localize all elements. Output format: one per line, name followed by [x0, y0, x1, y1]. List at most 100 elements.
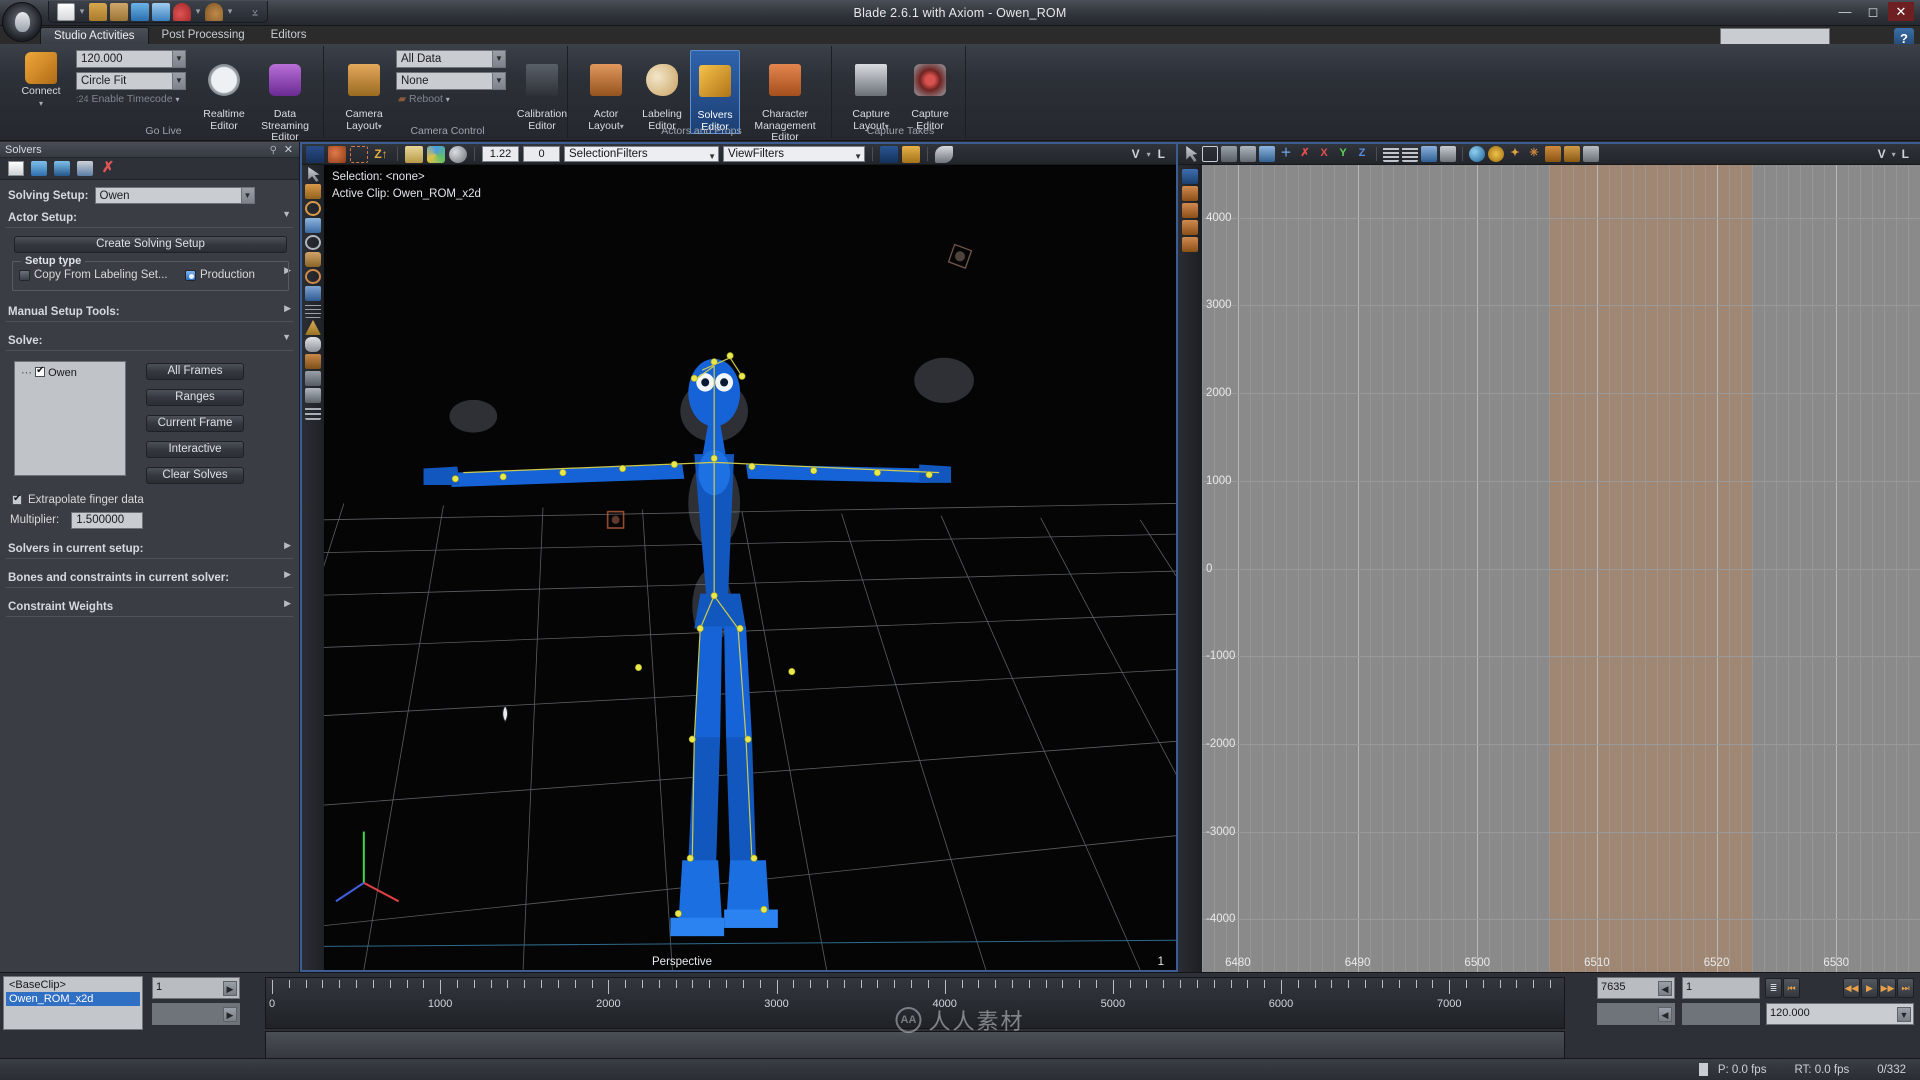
- chevron-down-icon[interactable]: ▼: [708, 150, 716, 164]
- tab-editors[interactable]: Editors: [258, 27, 320, 44]
- create-solving-setup-button[interactable]: Create Solving Setup: [14, 236, 287, 253]
- extrapolate-finger-data-row[interactable]: Extrapolate finger data: [0, 486, 299, 509]
- viewport-value-2[interactable]: 0: [523, 146, 560, 162]
- save-icon[interactable]: [110, 2, 128, 21]
- wave-icon[interactable]: [305, 371, 321, 386]
- save-solver-icon[interactable]: [77, 161, 93, 176]
- labeling-editor-button[interactable]: Labeling Editor: [636, 52, 688, 132]
- checkbox-icon[interactable]: [12, 493, 22, 505]
- play-back-icon[interactable]: ◀◀: [1843, 978, 1860, 998]
- open-solver-icon[interactable]: [31, 161, 47, 176]
- chevron-right-icon[interactable]: ▶: [284, 540, 291, 551]
- region-icon[interactable]: [1240, 146, 1256, 162]
- bell-curve-icon[interactable]: [1182, 203, 1198, 218]
- square-curve-icon[interactable]: [1182, 237, 1198, 252]
- manual-setup-tools-section[interactable]: Manual Setup Tools: ▶: [6, 301, 293, 322]
- z-up-icon[interactable]: Z↑: [372, 146, 390, 163]
- lock-icon[interactable]: [902, 145, 920, 163]
- camera-data-combo[interactable]: All Data ▼: [396, 50, 506, 68]
- caret-down-icon[interactable]: ▾: [1892, 150, 1896, 159]
- realtime-editor-button[interactable]: Realtime Editor: [196, 52, 252, 132]
- graph-plot-area[interactable]: 4000 3000 2000 1000 0 -1000 -2000 -3000 -4000 64…: [1202, 165, 1920, 972]
- play-forward-icon[interactable]: ▶: [1861, 978, 1878, 998]
- delete-solver-icon[interactable]: ✗: [100, 160, 116, 176]
- globe-icon[interactable]: [1469, 146, 1485, 162]
- tab-studio-activities[interactable]: Studio Activities: [40, 27, 149, 44]
- caret-down-icon[interactable]: ▾: [194, 6, 202, 17]
- current-frame-button[interactable]: Current Frame: [146, 414, 244, 432]
- solvers-editor-button[interactable]: Solvers Editor: [690, 50, 740, 134]
- peak-curve-icon[interactable]: [1182, 186, 1198, 201]
- actor-layout-button[interactable]: Actor Layout▾: [578, 52, 634, 132]
- skip-end-icon[interactable]: ⏭: [1897, 978, 1914, 998]
- minimize-button[interactable]: —: [1832, 2, 1858, 21]
- setup-type-copy-from-labeling[interactable]: Copy From Labeling Set...: [19, 269, 168, 281]
- graph-icon[interactable]: [305, 388, 321, 403]
- tag-icon[interactable]: [1564, 146, 1580, 162]
- menu-icon[interactable]: ≣: [1765, 978, 1782, 998]
- spinner-arrow-icon[interactable]: ◀: [1658, 1007, 1672, 1022]
- chevron-down-icon[interactable]: ▼: [240, 188, 254, 203]
- spinner-arrow-icon[interactable]: ◀: [1658, 981, 1672, 996]
- chevron-down-icon[interactable]: ▼: [492, 73, 505, 89]
- add-icon[interactable]: ＋: [1278, 146, 1294, 162]
- color-icon[interactable]: [427, 145, 445, 163]
- open-folder-icon[interactable]: [89, 2, 107, 21]
- chevron-down-icon[interactable]: ▼: [1897, 1007, 1911, 1022]
- pan-icon[interactable]: [305, 252, 321, 267]
- pin-icon[interactable]: ⚲: [270, 143, 277, 159]
- marker-box-icon[interactable]: [350, 145, 368, 163]
- graph-l-label[interactable]: L: [1899, 147, 1912, 161]
- graph-v-label[interactable]: V: [1875, 147, 1889, 161]
- enable-timecode-checkbox[interactable]: :24 Enable Timecode ▾: [76, 93, 180, 106]
- chevron-right-icon[interactable]: ▶: [284, 569, 291, 580]
- step-forward-icon[interactable]: ▶▶: [1879, 978, 1896, 998]
- snap-icon[interactable]: [880, 145, 898, 163]
- curve-icon[interactable]: [305, 354, 321, 369]
- scale-icon[interactable]: [305, 218, 321, 233]
- viewport-l-label[interactable]: L: [1155, 147, 1168, 161]
- star-icon[interactable]: ✦: [1507, 146, 1523, 162]
- viewport-value-1[interactable]: 1.22: [482, 146, 519, 162]
- box-icon[interactable]: [1202, 146, 1218, 162]
- solvers-in-setup-section[interactable]: Solvers in current setup: ▶: [6, 538, 293, 559]
- chevron-down-icon[interactable]: ▼: [172, 73, 185, 89]
- clip-list[interactable]: <BaseClip> Owen_ROM_x2d: [3, 976, 143, 1030]
- capture-editor-button[interactable]: Capture Editor: [902, 52, 958, 132]
- chevron-down-icon[interactable]: ▼: [172, 51, 185, 67]
- rotate-icon[interactable]: [305, 201, 321, 216]
- range-start-spinner[interactable]: ◀: [1597, 1003, 1675, 1025]
- list-item[interactable]: <BaseClip>: [6, 978, 140, 992]
- frame-range-spinner[interactable]: ▶: [152, 1003, 240, 1025]
- move-icon[interactable]: [305, 184, 321, 199]
- list3-icon[interactable]: [1421, 146, 1437, 162]
- end-frame-spinner[interactable]: 7635 ◀: [1597, 977, 1675, 999]
- step-curve-icon[interactable]: [1182, 220, 1198, 235]
- caret-down-icon[interactable]: ▾: [78, 6, 86, 17]
- caret-down-icon[interactable]: ▾: [226, 6, 234, 17]
- spinner-arrow-icon[interactable]: ▶: [223, 981, 237, 996]
- connect-button[interactable]: Connect ▾: [10, 52, 72, 109]
- orbit-icon[interactable]: [305, 235, 321, 250]
- measure-icon[interactable]: [305, 286, 321, 301]
- bones-constraints-section[interactable]: Bones and constraints in current solver:…: [6, 567, 293, 588]
- sphere-icon[interactable]: [449, 145, 467, 163]
- all-frames-button[interactable]: All Frames: [146, 362, 244, 380]
- application-menu-orb[interactable]: [2, 2, 42, 42]
- list-item[interactable]: ⋯ Owen: [21, 365, 121, 379]
- calibration-editor-button[interactable]: Calibration Editor: [512, 52, 572, 132]
- solve-list[interactable]: ⋯ Owen: [14, 360, 126, 476]
- chain-icon[interactable]: [1583, 146, 1599, 162]
- pick-icon[interactable]: [935, 145, 953, 163]
- new-document-icon[interactable]: [57, 2, 75, 21]
- caret-down-icon[interactable]: ▾: [446, 95, 450, 104]
- framerate-combo[interactable]: 120.000 ▼: [76, 50, 186, 68]
- maximize-button[interactable]: ◻: [1860, 2, 1886, 21]
- markers-icon[interactable]: [306, 145, 324, 163]
- zoom-icon[interactable]: [305, 269, 321, 284]
- playback-rate-combo[interactable]: 120.000 ▼: [1766, 1003, 1914, 1025]
- camera-none-combo[interactable]: None ▼: [396, 72, 506, 90]
- capture-layout-button[interactable]: Capture Layout▾: [842, 52, 900, 132]
- current-frame-spinner[interactable]: 1: [1682, 977, 1760, 999]
- ranges-button[interactable]: Ranges: [146, 388, 244, 406]
